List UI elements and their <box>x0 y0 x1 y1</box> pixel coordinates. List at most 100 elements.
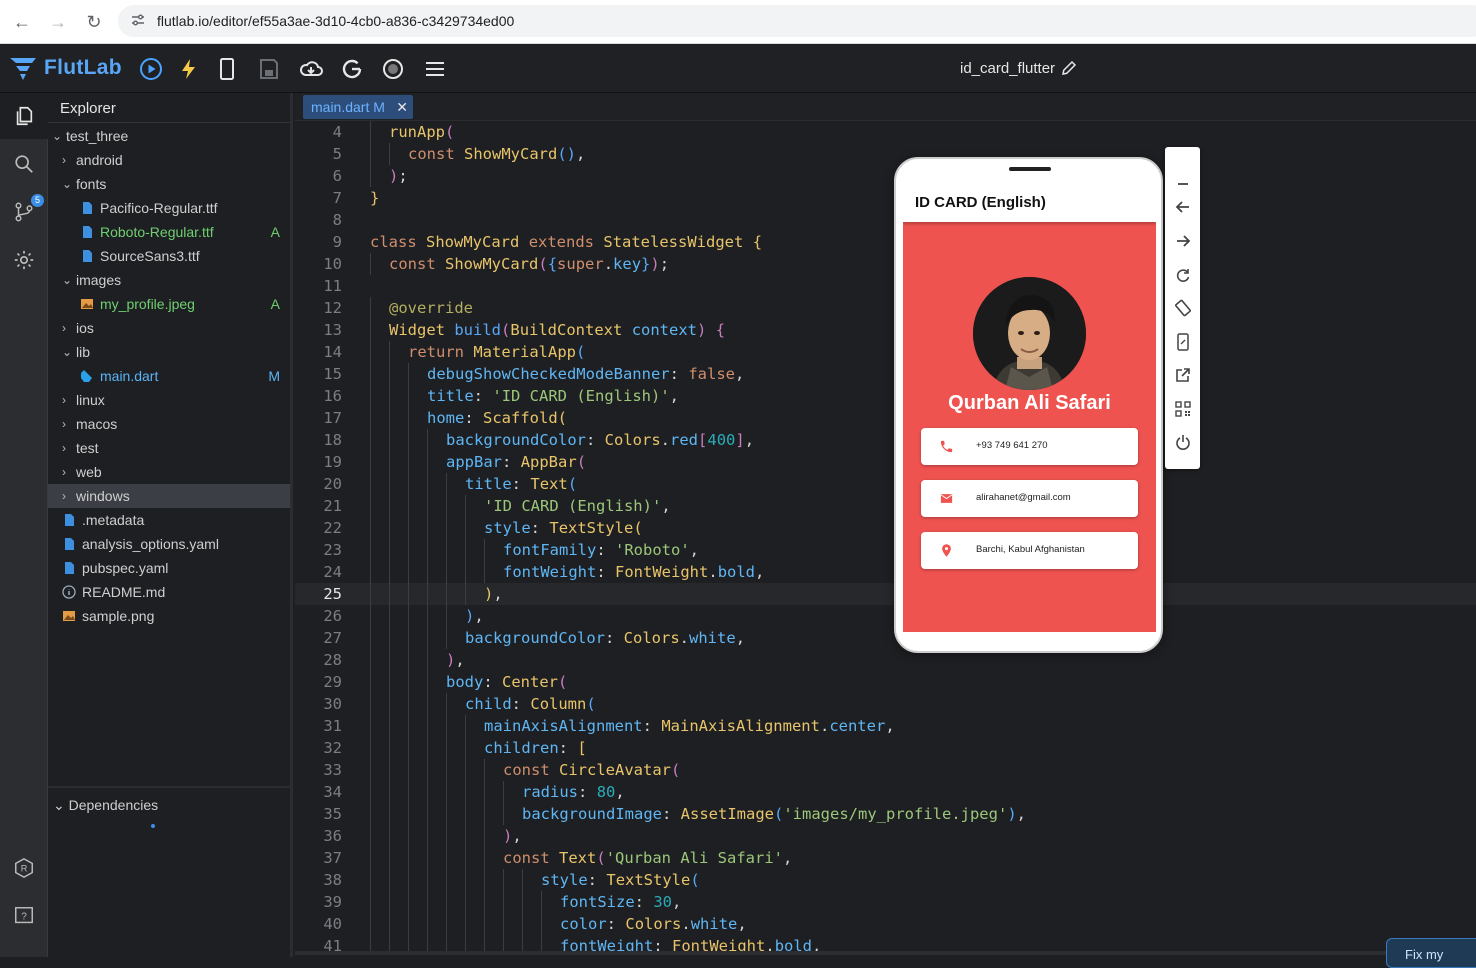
close-icon[interactable]: ✕ <box>396 95 408 119</box>
dependencies-section[interactable]: ⌄ Dependencies <box>48 786 293 957</box>
code-line[interactable]: 28), <box>295 649 1476 671</box>
code-line[interactable]: 6); <box>295 165 1476 187</box>
tree-item[interactable]: › macos <box>48 412 290 436</box>
tree-item[interactable]: sample.png <box>48 604 290 628</box>
tree-item[interactable]: pubspec.yaml <box>48 556 290 580</box>
tree-item[interactable]: › test <box>48 436 290 460</box>
code-line[interactable]: 36), <box>295 825 1476 847</box>
chevron-right-icon[interactable]: › <box>62 393 72 407</box>
tree-item[interactable]: ⌄ fonts <box>48 172 290 196</box>
code-line[interactable]: 17 home: Scaffold( <box>295 407 1476 429</box>
code-line[interactable]: 18 backgroundColor: Colors.red[400], <box>295 429 1476 451</box>
code-line[interactable]: 41 fontWeight: FontWeight.bold, <box>295 935 1476 951</box>
device-frame-button[interactable] <box>1172 331 1194 353</box>
code-line[interactable]: 24 fontWeight: FontWeight.bold, <box>295 561 1476 583</box>
code-line[interactable]: 12 @override <box>295 297 1476 319</box>
settings-activity[interactable] <box>0 237 48 283</box>
code-line[interactable]: 23 fontFamily: 'Roboto', <box>295 539 1476 561</box>
hot-reload-icon[interactable] <box>177 57 201 81</box>
rotate-button[interactable] <box>1172 297 1194 319</box>
site-settings-icon[interactable] <box>130 12 146 28</box>
chevron-down-icon[interactable]: ⌄ <box>62 345 72 359</box>
open-external-button[interactable] <box>1172 364 1194 386</box>
code-area[interactable]: 4 runApp(5 const ShowMyCard(), 6); 7} 8 9 class… <box>295 121 1476 951</box>
code-line[interactable]: 8 <box>295 209 1476 231</box>
tree-item[interactable]: main.dart M <box>48 364 290 388</box>
device-icon[interactable] <box>215 57 239 81</box>
tree-item[interactable]: › windows <box>48 484 290 508</box>
code-line[interactable]: 35 backgroundImage: AssetImage('images/my… <box>295 803 1476 825</box>
chevron-right-icon[interactable]: › <box>62 153 72 167</box>
tree-item[interactable]: Roboto-Regular.ttf A <box>48 220 290 244</box>
fix-my-button[interactable]: Fix my <box>1386 938 1476 968</box>
code-line[interactable]: 26), <box>295 605 1476 627</box>
code-line[interactable]: 10 const ShowMyCard({super.key}); <box>295 253 1476 275</box>
code-line[interactable]: 37 const Text('Qurban Ali Safari', <box>295 847 1476 869</box>
edit-icon[interactable] <box>1060 59 1078 77</box>
chevron-down-icon[interactable]: ⌄ <box>62 273 72 287</box>
code-line[interactable]: 4 runApp( <box>295 121 1476 143</box>
power-button[interactable] <box>1172 431 1194 453</box>
source-control-activity[interactable]: 5 <box>0 189 48 235</box>
tree-item[interactable]: README.md <box>48 580 290 604</box>
chevron-right-icon[interactable]: › <box>62 417 72 431</box>
qr-code-button[interactable] <box>1172 398 1194 420</box>
chevron-right-icon[interactable]: › <box>62 465 72 479</box>
help-activity[interactable]: ? <box>0 893 48 939</box>
preview-forward-button[interactable] <box>1172 230 1194 252</box>
address-bar[interactable]: flutlab.io/editor/ef55a3ae-3d10-4cb0-a83… <box>118 5 1476 37</box>
code-line[interactable]: 16 title: 'ID CARD (English)', <box>295 385 1476 407</box>
flutlab-logo[interactable]: FlutLab <box>8 55 122 81</box>
tab-main-dart[interactable]: main.dart M ✕ <box>303 95 413 119</box>
code-line[interactable]: 5 const ShowMyCard(), <box>295 143 1476 165</box>
chevron-right-icon[interactable]: › <box>62 441 72 455</box>
preview-reload-button[interactable] <box>1172 264 1194 286</box>
code-line[interactable]: 21 'ID CARD (English)', <box>295 495 1476 517</box>
code-line[interactable]: 29 body: Center( <box>295 671 1476 693</box>
chevron-down-icon[interactable]: ⌄ <box>62 177 72 191</box>
tree-item[interactable]: my_profile.jpeg A <box>48 292 290 316</box>
menu-icon[interactable] <box>423 57 447 81</box>
code-line[interactable]: 31 mainAxisAlignment: MainAxisAlignment.c… <box>295 715 1476 737</box>
tree-item[interactable]: Pacifico-Regular.ttf <box>48 196 290 220</box>
tree-item[interactable]: SourceSans3.ttf <box>48 244 290 268</box>
code-line[interactable]: 22 style: TextStyle( <box>295 517 1476 539</box>
forward-icon[interactable]: → <box>48 12 68 33</box>
code-line[interactable]: 33 const CircleAvatar( <box>295 759 1476 781</box>
preview-back-button[interactable] <box>1172 196 1194 218</box>
tree-item[interactable]: › web <box>48 460 290 484</box>
code-line[interactable]: 32 children: [ <box>295 737 1476 759</box>
code-line[interactable]: 27 backgroundColor: Colors.white, <box>295 627 1476 649</box>
reload-icon[interactable]: ↻ <box>84 12 104 33</box>
code-line[interactable]: 15 debugShowCheckedModeBanner: false, <box>295 363 1476 385</box>
code-line[interactable]: 11 <box>295 275 1476 297</box>
explorer-activity[interactable] <box>0 93 48 139</box>
code-line[interactable]: 40 color: Colors.white, <box>295 913 1476 935</box>
tree-item[interactable]: analysis_options.yaml <box>48 532 290 556</box>
settings-ring-icon[interactable] <box>381 57 405 81</box>
google-icon[interactable] <box>340 57 364 81</box>
code-line[interactable]: 13 Widget build(BuildContext context) { <box>295 319 1476 341</box>
chevron-down-icon[interactable]: ⌄ <box>52 129 62 143</box>
code-line[interactable]: 30 child: Column( <box>295 693 1476 715</box>
tree-item[interactable]: › android <box>48 148 290 172</box>
r-activity[interactable]: R <box>0 845 48 891</box>
tree-item[interactable]: .metadata <box>48 508 290 532</box>
save-icon[interactable] <box>257 57 281 81</box>
tree-item[interactable]: ⌄ lib <box>48 340 290 364</box>
tree-item[interactable]: › linux <box>48 388 290 412</box>
minimize-button[interactable] <box>1172 169 1194 191</box>
code-line[interactable]: 9 class ShowMyCard extends StatelessWidge… <box>295 231 1476 253</box>
chevron-right-icon[interactable]: › <box>62 321 72 335</box>
code-line[interactable]: 39 fontSize: 30, <box>295 891 1476 913</box>
dependencies-label[interactable]: ⌄ Dependencies <box>53 797 158 814</box>
code-line[interactable]: 19 appBar: AppBar( <box>295 451 1476 473</box>
code-line[interactable]: 38 style: TextStyle( <box>295 869 1476 891</box>
code-line[interactable]: 7} <box>295 187 1476 209</box>
code-line[interactable]: 20 title: Text( <box>295 473 1476 495</box>
horizontal-scrollbar[interactable] <box>295 951 1476 955</box>
tree-item[interactable]: › ios <box>48 316 290 340</box>
back-icon[interactable]: ← <box>12 12 32 33</box>
code-line[interactable]: 34 radius: 80, <box>295 781 1476 803</box>
code-line[interactable]: 25), <box>295 583 1476 605</box>
